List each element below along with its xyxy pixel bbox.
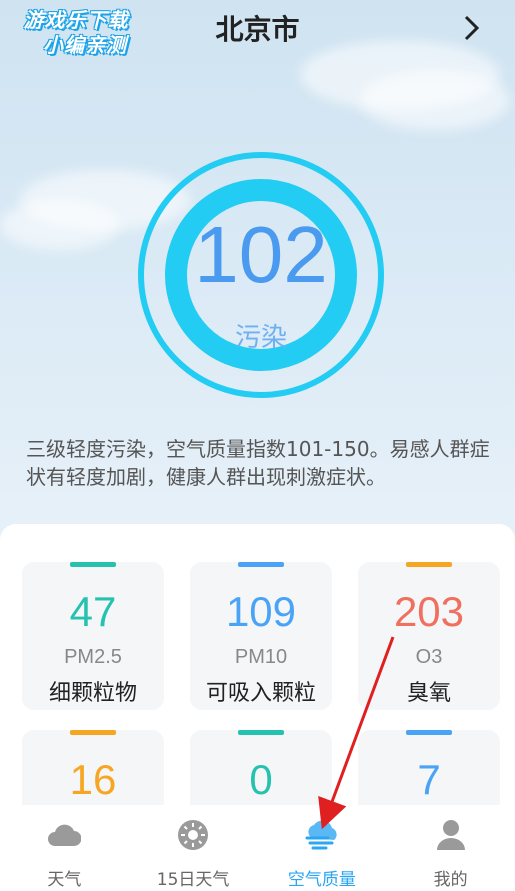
aqi-level-label: 污染	[234, 323, 287, 353]
sun-icon	[173, 817, 213, 853]
pollutant-accent-bar	[406, 730, 452, 735]
pollutant-value: 7	[417, 756, 441, 803]
pollutant-name: 臭氧	[406, 681, 451, 706]
pollutant-code: PM2.5	[64, 646, 122, 668]
background-cloud	[360, 70, 510, 130]
next-city-button[interactable]	[457, 8, 487, 48]
person-icon	[431, 817, 471, 853]
pollutant-accent-bar	[238, 730, 284, 735]
tab-mine[interactable]: 我的	[386, 805, 515, 891]
tab-label: 15日天气	[156, 870, 230, 890]
tab-label: 空气质量	[287, 870, 356, 890]
bottom-tab-bar: 天气 15日天气 空气质量 我的	[0, 805, 515, 891]
wind-cloud-icon	[302, 817, 342, 853]
chevron-right-icon	[464, 15, 480, 41]
pollutant-value: 109	[225, 588, 297, 635]
tab-15day[interactable]: 15日天气	[129, 805, 258, 891]
pollutant-accent-bar	[238, 562, 284, 567]
pollutant-card[interactable]: 109 PM10 可吸入颗粒	[190, 562, 332, 710]
tab-label: 我的	[433, 870, 468, 890]
pollutant-card[interactable]: 203 O3 臭氧	[358, 562, 500, 710]
pollutant-name: 细颗粒物	[48, 681, 137, 706]
pollutant-accent-bar	[70, 730, 116, 735]
pollutant-accent-bar	[70, 562, 116, 567]
pollutant-accent-bar	[406, 562, 452, 567]
pollutant-value: 16	[69, 756, 117, 803]
cloud-icon	[44, 817, 84, 853]
pollutant-value: 203	[393, 588, 465, 635]
pollutant-code: O3	[415, 646, 443, 668]
aqi-description: 三级轻度污染，空气质量指数101-150。易感人群症状有轻度加剧，健康人群出现刺…	[26, 437, 490, 489]
pollutant-name: 可吸入颗粒	[205, 681, 316, 706]
pollutant-code: PM10	[234, 646, 288, 668]
tab-weather[interactable]: 天气	[0, 805, 129, 891]
pollutant-value: 47	[69, 588, 117, 635]
tab-label: 天气	[47, 870, 82, 890]
pollutant-card[interactable]: 47 PM2.5 细颗粒物	[22, 562, 164, 710]
aqi-value: 102	[194, 210, 328, 299]
tab-air-quality[interactable]: 空气质量	[258, 805, 387, 891]
pollutant-value: 0	[249, 756, 273, 803]
background-cloud	[0, 200, 120, 250]
city-title[interactable]: 北京市	[0, 8, 515, 48]
